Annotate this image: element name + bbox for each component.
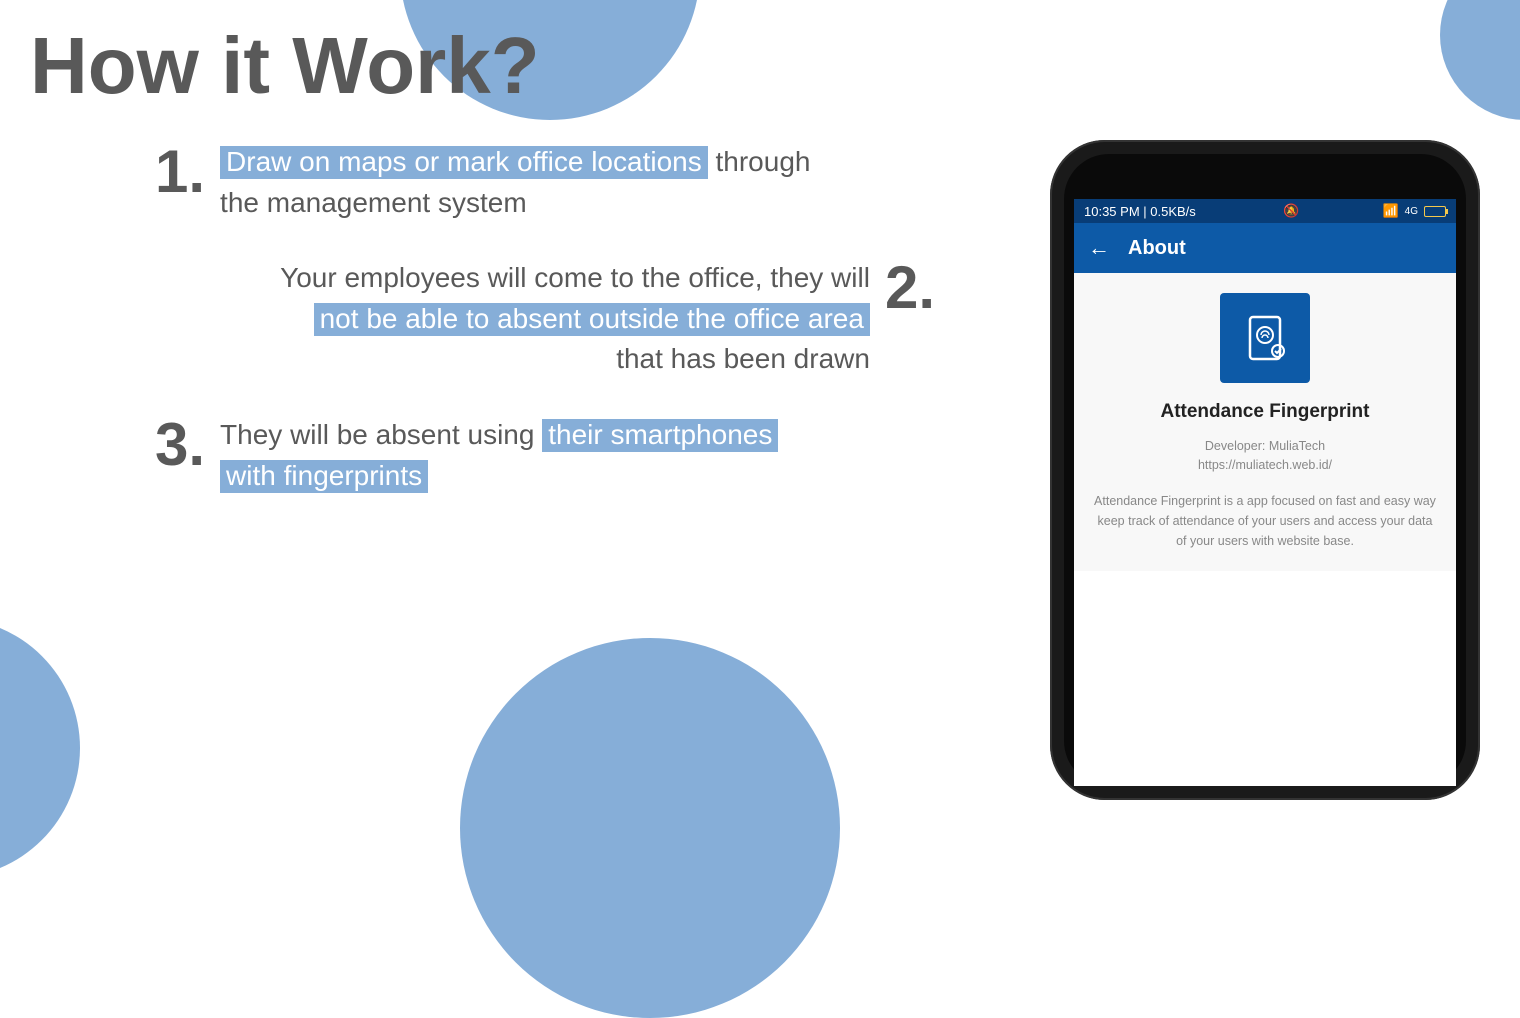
phone-mockup: 10:35 PM | 0.5KB/s 🔕 📶 4G ← About — [1050, 140, 1480, 800]
back-icon[interactable]: ← — [1088, 235, 1110, 261]
about-body: Attendance Fingerprint Developer: MuliaT… — [1074, 273, 1456, 571]
highlight: not be able to absent outside the office… — [314, 303, 870, 336]
status-right: 📶 4G — [1382, 203, 1446, 219]
main-content: How it Work? 1. Draw on maps or mark off… — [0, 0, 1000, 496]
step-text: They will be absent using their smartpho… — [220, 415, 778, 496]
step-text: Your employees will come to the office, … — [280, 258, 870, 380]
decorative-circle — [460, 638, 840, 1018]
step-text: Draw on maps or mark office locations th… — [220, 142, 810, 223]
step-number: 2. — [885, 258, 935, 318]
highlight: their smartphones — [542, 419, 778, 452]
highlight: Draw on maps or mark office locations — [220, 146, 708, 179]
app-name: Attendance Fingerprint — [1092, 401, 1438, 423]
app-meta: Developer: MuliaTech https://muliatech.w… — [1092, 437, 1438, 475]
app-description: Attendance Fingerprint is a app focused … — [1092, 491, 1438, 551]
step-3: 3. They will be absent using their smart… — [140, 415, 1000, 496]
mute-icon: 🔕 — [1283, 203, 1299, 219]
status-bar: 10:35 PM | 0.5KB/s 🔕 📶 4G — [1074, 199, 1456, 223]
status-time: 10:35 PM | 0.5KB/s — [1084, 204, 1196, 219]
step-number: 1. — [155, 142, 205, 202]
developer-url[interactable]: https://muliatech.web.id/ — [1092, 456, 1438, 475]
phone-screen: 10:35 PM | 0.5KB/s 🔕 📶 4G ← About — [1074, 199, 1456, 786]
app-icon — [1220, 293, 1310, 383]
battery-icon — [1424, 206, 1446, 217]
app-bar: ← About — [1074, 223, 1456, 273]
step-1: 1. Draw on maps or mark office locations… — [140, 142, 1000, 223]
appbar-title: About — [1128, 237, 1186, 260]
network-icon: 4G — [1405, 206, 1418, 217]
highlight: with fingerprints — [220, 460, 428, 493]
signal-icon: 📶 — [1382, 203, 1398, 219]
decorative-circle — [0, 618, 80, 878]
decorative-circle — [1440, 0, 1520, 120]
step-number: 3. — [155, 415, 205, 475]
step-2: 2. Your employees will come to the offic… — [30, 258, 950, 380]
page-title: How it Work? — [30, 20, 1000, 112]
developer-label: Developer: MuliaTech — [1092, 437, 1438, 456]
